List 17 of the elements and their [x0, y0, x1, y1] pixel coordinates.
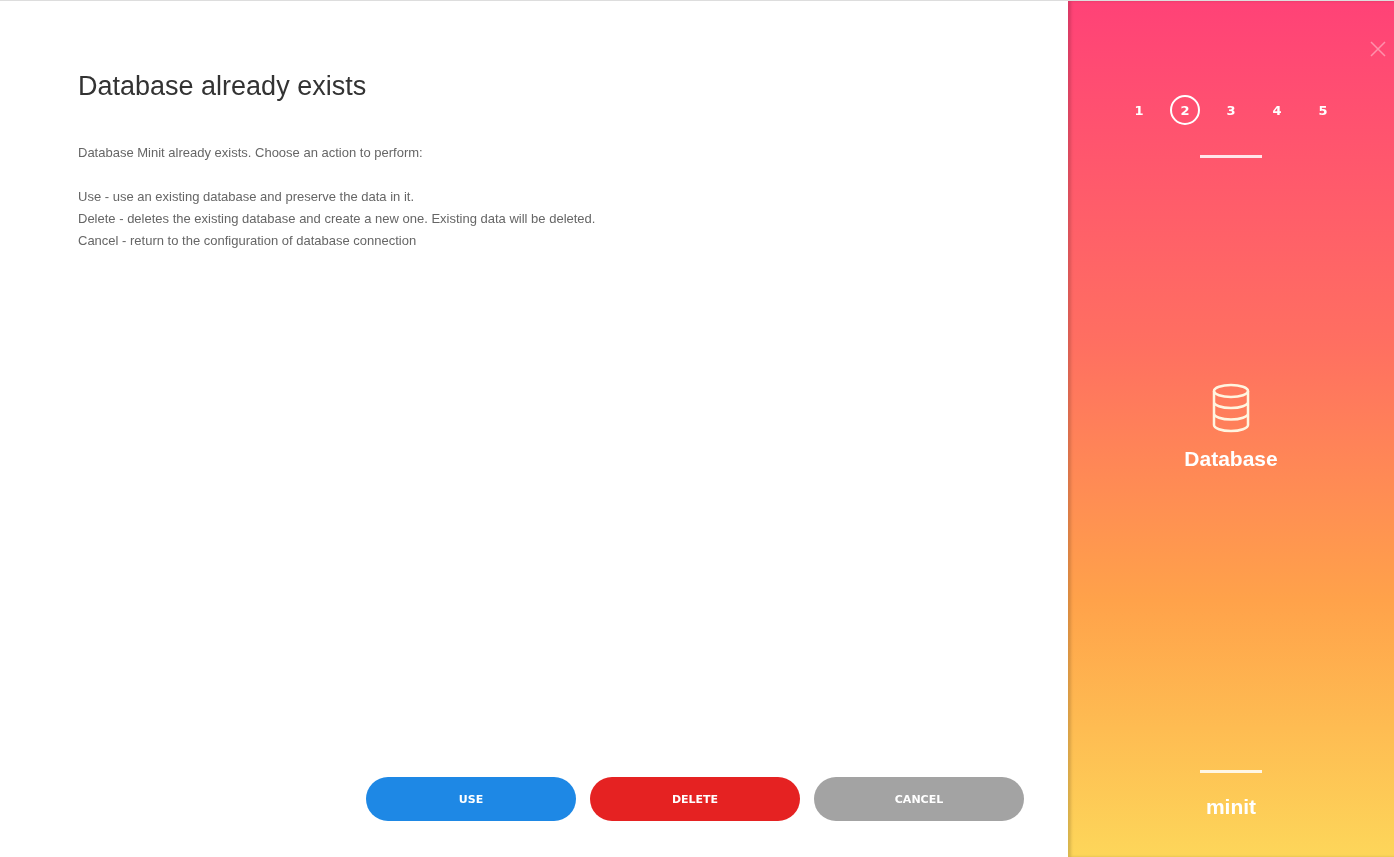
brand-logo: minit — [1205, 795, 1257, 819]
cancel-button[interactable]: CANCEL — [814, 777, 1024, 821]
dialog-title: Database already exists — [78, 71, 368, 102]
section-label: Database — [1184, 447, 1278, 471]
option-description: Delete - deletes the existing database and create a new one. Existing data will be deleted. — [78, 210, 597, 228]
step-indicator: 5 — [1317, 101, 1329, 120]
option-description: Cancel - return to the configuration of database connection — [78, 232, 418, 250]
step-indicator: 2 — [1170, 95, 1200, 125]
step-indicator: 3 — [1225, 101, 1237, 120]
use-button[interactable]: USE — [366, 777, 576, 821]
close-icon[interactable] — [1370, 41, 1386, 57]
delete-button[interactable]: DELETE — [590, 777, 800, 821]
step-indicator: 1 — [1133, 101, 1145, 120]
option-description: Use - use an existing database and preserve the data in it. — [78, 188, 416, 206]
database-icon — [1211, 383, 1251, 433]
intro-text: Database Minit already exists. Choose an action to perform: — [78, 144, 424, 162]
step-indicator: 4 — [1271, 101, 1283, 120]
